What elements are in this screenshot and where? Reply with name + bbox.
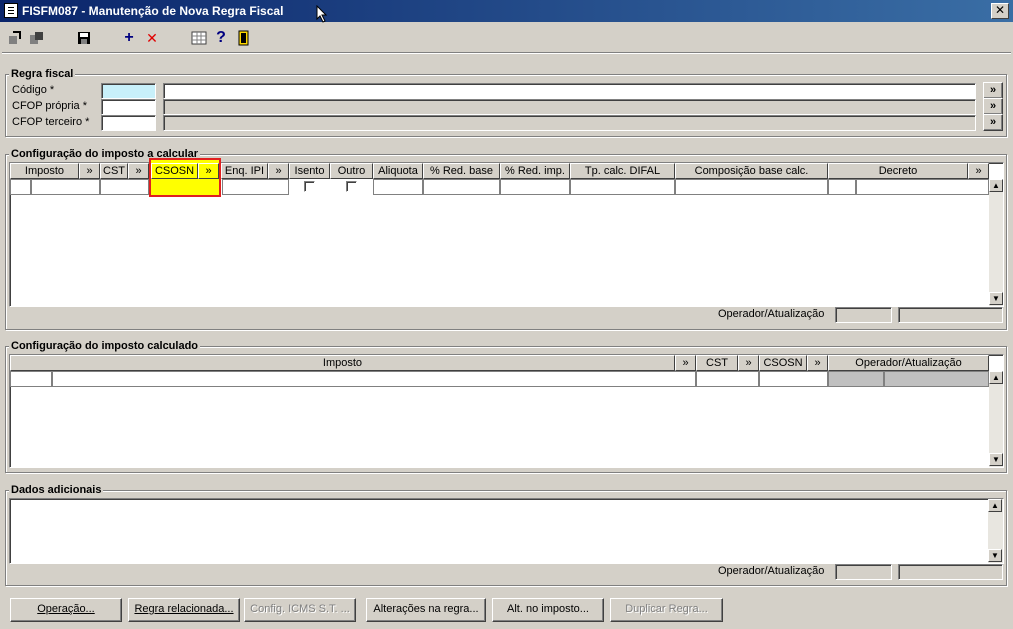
col-outro-header[interactable]: Outro: [330, 163, 373, 179]
enq-ipi-cell[interactable]: [222, 179, 289, 195]
calc-scroll-up-icon[interactable]: ▲: [989, 371, 1003, 384]
decreto-code-cell[interactable]: [828, 179, 856, 195]
add-icon[interactable]: +: [119, 28, 139, 48]
delete-icon[interactable]: ✕: [142, 28, 162, 48]
cfop-terceiro-description: [163, 115, 976, 131]
dados-operador-field: [835, 564, 892, 580]
cfop-terceiro-lookup-button[interactable]: »: [983, 114, 1003, 131]
duplicar-regra-button: Duplicar Regra...: [610, 598, 723, 622]
alt-imposto-button[interactable]: Alt. no imposto...: [492, 598, 604, 622]
regra-relacionada-button-label: Regra relacionada...: [134, 603, 234, 615]
col-isento-header[interactable]: Isento: [289, 163, 330, 179]
refresh-icon[interactable]: [27, 28, 47, 48]
cfop-terceiro-input[interactable]: [101, 115, 156, 131]
calc-col-cst-header[interactable]: CST: [696, 355, 738, 371]
red-base-cell[interactable]: [423, 179, 500, 195]
calc-csosn-cell[interactable]: [759, 371, 828, 387]
calc-atualizacao-cell: [884, 371, 989, 387]
close-button[interactable]: ✕: [991, 3, 1009, 19]
codigo-description-field[interactable]: [163, 83, 976, 99]
calc-scroll-down-icon[interactable]: ▼: [989, 453, 1003, 466]
col-cst-lookup[interactable]: »: [128, 163, 149, 179]
row-indicator-cell[interactable]: [10, 179, 31, 195]
col-red-base-header[interactable]: % Red. base: [423, 163, 500, 179]
dados-adicionais-textarea[interactable]: [9, 498, 1004, 564]
col-imposto-header[interactable]: Imposto: [10, 163, 79, 179]
regra-relacionada-button[interactable]: Regra relacionada...: [128, 598, 240, 622]
composicao-cell[interactable]: [675, 179, 828, 195]
calc-row-indicator-cell[interactable]: [10, 371, 52, 387]
config-icms-st-button: Config. ICMS S.T. ...: [244, 598, 356, 622]
codigo-label: Código *: [12, 84, 55, 96]
save-icon[interactable]: [74, 28, 94, 48]
alt-imposto-button-label: Alt. no imposto...: [507, 603, 589, 615]
toolbar-separator: [2, 52, 1011, 54]
operacao-button[interactable]: Operação...: [10, 598, 122, 622]
cfop-propria-description: [163, 99, 976, 115]
cfop-terceiro-label: CFOP terceiro *: [12, 116, 90, 128]
col-enq-ipi-lookup[interactable]: »: [268, 163, 289, 179]
calc-imposto-cell[interactable]: [52, 371, 696, 387]
form-icon: [4, 3, 18, 18]
col-csosn-lookup[interactable]: »: [198, 163, 219, 179]
calc-col-cst-lookup[interactable]: »: [738, 355, 759, 371]
decreto-cell[interactable]: [856, 179, 989, 195]
codigo-input[interactable]: [101, 83, 156, 99]
calc-col-operador-header[interactable]: Operador/Atualização: [828, 355, 989, 371]
calcular-scrollbar[interactable]: [989, 179, 1003, 306]
col-aliquota-header[interactable]: Aliquota: [373, 163, 423, 179]
help-icon[interactable]: ?: [211, 28, 231, 48]
scroll-up-icon[interactable]: ▲: [989, 179, 1003, 192]
calc-cst-cell[interactable]: [696, 371, 759, 387]
calc-col-csosn-header[interactable]: CSOSN: [759, 355, 807, 371]
scroll-down-icon[interactable]: ▼: [989, 292, 1003, 305]
col-decreto-lookup[interactable]: »: [968, 163, 989, 179]
col-composicao-header[interactable]: Composição base calc.: [675, 163, 828, 179]
col-cst-header[interactable]: CST: [100, 163, 128, 179]
title-bar: FISFM087 - Manutenção de Nova Regra Fisc…: [0, 0, 1013, 22]
col-enq-ipi-header[interactable]: Enq. IPI: [221, 163, 268, 179]
alteracoes-regra-button-label: Alterações na regra...: [373, 603, 479, 615]
duplicar-regra-button-label: Duplicar Regra...: [625, 603, 708, 615]
calc-col-imposto-header[interactable]: Imposto: [10, 355, 675, 371]
outro-checkbox[interactable]: [346, 181, 357, 192]
calcular-operador-label: Operador/Atualização: [718, 308, 825, 320]
cfop-propria-lookup-button[interactable]: »: [983, 98, 1003, 115]
cfop-propria-label: CFOP própria *: [12, 100, 87, 112]
config-calculado-legend: Configuração do imposto calculado: [9, 340, 201, 352]
cst-cell[interactable]: [100, 179, 149, 195]
dados-scroll-down-icon[interactable]: ▼: [988, 549, 1002, 562]
col-red-imp-header[interactable]: % Red. imp.: [500, 163, 570, 179]
exit-icon[interactable]: [234, 28, 254, 48]
dados-operador-label: Operador/Atualização: [718, 565, 825, 577]
grid-icon[interactable]: [189, 28, 209, 48]
isento-checkbox[interactable]: [304, 181, 315, 192]
dados-atualizacao-field: [898, 564, 1003, 580]
operacao-button-label: Operação...: [37, 603, 95, 615]
alteracoes-regra-button[interactable]: Alterações na regra...: [366, 598, 486, 622]
calcular-operador-field: [835, 307, 892, 323]
mouse-cursor-icon: [316, 5, 328, 23]
col-tp-calc-difal-header[interactable]: Tp. calc. DIFAL: [570, 163, 675, 179]
calc-col-csosn-lookup[interactable]: »: [807, 355, 828, 371]
window-title: FISFM087 - Manutenção de Nova Regra Fisc…: [22, 4, 284, 18]
col-imposto-lookup[interactable]: »: [79, 163, 100, 179]
regra-fiscal-legend: Regra fiscal: [9, 68, 76, 80]
dados-scroll-up-icon[interactable]: ▲: [988, 499, 1002, 512]
calcular-atualizacao-field: [898, 307, 1003, 323]
cfop-propria-input[interactable]: [101, 99, 156, 115]
calc-operador-cell: [828, 371, 884, 387]
col-decreto-header[interactable]: Decreto: [828, 163, 968, 179]
col-csosn-header[interactable]: CSOSN: [151, 163, 198, 179]
tp-calc-difal-cell[interactable]: [570, 179, 675, 195]
codigo-lookup-button[interactable]: »: [983, 82, 1003, 99]
red-imp-cell[interactable]: [500, 179, 570, 195]
calc-col-imposto-lookup[interactable]: »: [675, 355, 696, 371]
dados-adicionais-legend: Dados adicionais: [9, 484, 104, 496]
aliquota-cell[interactable]: [373, 179, 423, 195]
navigate-icon[interactable]: [5, 28, 25, 48]
config-icms-st-button-label: Config. ICMS S.T. ...: [250, 603, 350, 615]
imposto-cell[interactable]: [31, 179, 100, 195]
